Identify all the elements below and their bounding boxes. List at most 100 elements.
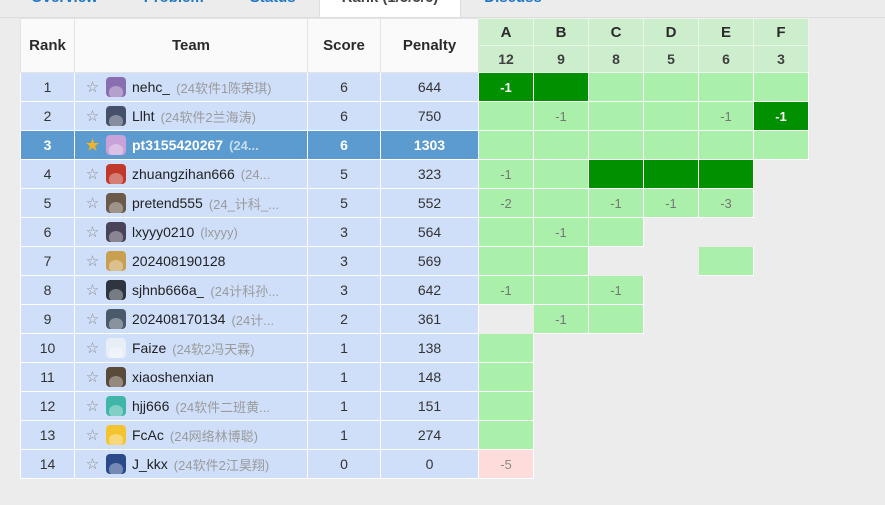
problem-cell-F[interactable] <box>753 246 809 276</box>
problem-cell-C[interactable] <box>588 333 644 363</box>
problem-cell-F[interactable] <box>753 217 809 247</box>
problem-cell-D[interactable]: -1 <box>643 188 699 218</box>
problem-cell-E[interactable] <box>698 449 754 479</box>
problem-cell-E[interactable]: -3 <box>698 188 754 218</box>
problem-cell-F[interactable] <box>753 275 809 305</box>
problem-cell-C[interactable] <box>588 217 644 247</box>
problem-cell-B[interactable] <box>533 449 589 479</box>
problem-cell-F[interactable] <box>753 159 809 189</box>
column-header-problem-E[interactable]: E <box>698 18 754 46</box>
star-outline-icon[interactable]: ☆ <box>85 312 100 327</box>
problem-cell-C[interactable] <box>588 72 644 102</box>
problem-cell-F[interactable] <box>753 333 809 363</box>
problem-cell-C[interactable] <box>588 304 644 334</box>
column-header-problem-D[interactable]: D <box>643 18 699 46</box>
problem-cell-C[interactable]: -1 <box>588 188 644 218</box>
problem-cell-C[interactable] <box>588 362 644 392</box>
problem-cell-D[interactable] <box>643 72 699 102</box>
problem-cell-C[interactable] <box>588 449 644 479</box>
team-name[interactable]: Llht <box>132 108 155 124</box>
team-name[interactable]: sjhnb666a_ <box>132 282 204 298</box>
problem-cell-A[interactable] <box>478 101 534 131</box>
problem-cell-A[interactable] <box>478 420 534 450</box>
problem-cell-A[interactable] <box>478 217 534 247</box>
problem-cell-B[interactable]: -1 <box>533 217 589 247</box>
column-header-problem-A[interactable]: A <box>478 18 534 46</box>
problem-cell-C[interactable] <box>588 246 644 276</box>
problem-cell-B[interactable] <box>533 159 589 189</box>
problem-cell-D[interactable] <box>643 362 699 392</box>
tab-overview[interactable]: Overview <box>8 0 121 17</box>
problem-cell-C[interactable] <box>588 420 644 450</box>
problem-cell-E[interactable] <box>698 130 754 160</box>
problem-cell-E[interactable] <box>698 391 754 421</box>
star-outline-icon[interactable]: ☆ <box>85 341 100 356</box>
problem-cell-D[interactable] <box>643 101 699 131</box>
problem-cell-E[interactable] <box>698 246 754 276</box>
team-name[interactable]: xiaoshenxian <box>132 369 214 385</box>
problem-cell-E[interactable] <box>698 72 754 102</box>
problem-cell-D[interactable] <box>643 217 699 247</box>
problem-cell-A[interactable]: -1 <box>478 275 534 305</box>
problem-cell-E[interactable] <box>698 420 754 450</box>
problem-cell-F[interactable]: -1 <box>753 101 809 131</box>
tab-status[interactable]: Status <box>227 0 319 17</box>
problem-cell-A[interactable]: -5 <box>478 449 534 479</box>
column-header-score[interactable]: Score <box>307 18 381 73</box>
team-name[interactable]: zhuangzihan666 <box>132 166 235 182</box>
column-header-team[interactable]: Team <box>74 18 308 73</box>
star-outline-icon[interactable]: ☆ <box>85 254 100 269</box>
problem-cell-A[interactable]: -1 <box>478 72 534 102</box>
problem-cell-F[interactable] <box>753 304 809 334</box>
problem-cell-F[interactable] <box>753 362 809 392</box>
problem-cell-D[interactable] <box>643 130 699 160</box>
team-name[interactable]: 202408190128 <box>132 253 225 269</box>
team-name[interactable]: FcAc <box>132 427 164 443</box>
star-outline-icon[interactable]: ☆ <box>85 225 100 240</box>
team-name[interactable]: hjj666 <box>132 398 169 414</box>
problem-cell-F[interactable] <box>753 188 809 218</box>
problem-cell-D[interactable] <box>643 304 699 334</box>
problem-cell-F[interactable] <box>753 72 809 102</box>
problem-cell-C[interactable] <box>588 130 644 160</box>
column-header-penalty[interactable]: Penalty <box>380 18 479 73</box>
star-outline-icon[interactable]: ☆ <box>85 196 100 211</box>
problem-cell-B[interactable] <box>533 246 589 276</box>
column-header-problem-F[interactable]: F <box>753 18 809 46</box>
problem-cell-F[interactable] <box>753 420 809 450</box>
problem-cell-B[interactable]: -1 <box>533 304 589 334</box>
star-outline-icon[interactable]: ☆ <box>85 167 100 182</box>
star-outline-icon[interactable]: ☆ <box>85 370 100 385</box>
star-filled-icon[interactable]: ★ <box>85 138 100 153</box>
problem-cell-E[interactable]: -1 <box>698 101 754 131</box>
problem-cell-E[interactable] <box>698 275 754 305</box>
problem-cell-E[interactable] <box>698 333 754 363</box>
problem-cell-A[interactable] <box>478 130 534 160</box>
tab-problem[interactable]: Problem <box>121 0 227 17</box>
problem-cell-C[interactable] <box>588 159 644 189</box>
problem-cell-E[interactable] <box>698 217 754 247</box>
problem-cell-F[interactable] <box>753 391 809 421</box>
problem-cell-B[interactable] <box>533 391 589 421</box>
problem-cell-C[interactable] <box>588 391 644 421</box>
problem-cell-C[interactable]: -1 <box>588 275 644 305</box>
problem-cell-D[interactable] <box>643 449 699 479</box>
problem-cell-E[interactable] <box>698 362 754 392</box>
problem-cell-F[interactable] <box>753 130 809 160</box>
star-outline-icon[interactable]: ☆ <box>85 283 100 298</box>
team-name[interactable]: 202408170134 <box>132 311 225 327</box>
problem-cell-A[interactable]: -2 <box>478 188 534 218</box>
problem-cell-A[interactable] <box>478 391 534 421</box>
problem-cell-B[interactable] <box>533 188 589 218</box>
problem-cell-D[interactable] <box>643 275 699 305</box>
star-outline-icon[interactable]: ☆ <box>85 109 100 124</box>
tab-discuss[interactable]: Discuss <box>461 0 565 17</box>
problem-cell-B[interactable] <box>533 130 589 160</box>
problem-cell-E[interactable] <box>698 159 754 189</box>
team-name[interactable]: Faize <box>132 340 166 356</box>
problem-cell-B[interactable] <box>533 275 589 305</box>
column-header-problem-B[interactable]: B <box>533 18 589 46</box>
problem-cell-D[interactable] <box>643 333 699 363</box>
team-name[interactable]: J_kkx <box>132 456 168 472</box>
problem-cell-A[interactable] <box>478 304 534 334</box>
